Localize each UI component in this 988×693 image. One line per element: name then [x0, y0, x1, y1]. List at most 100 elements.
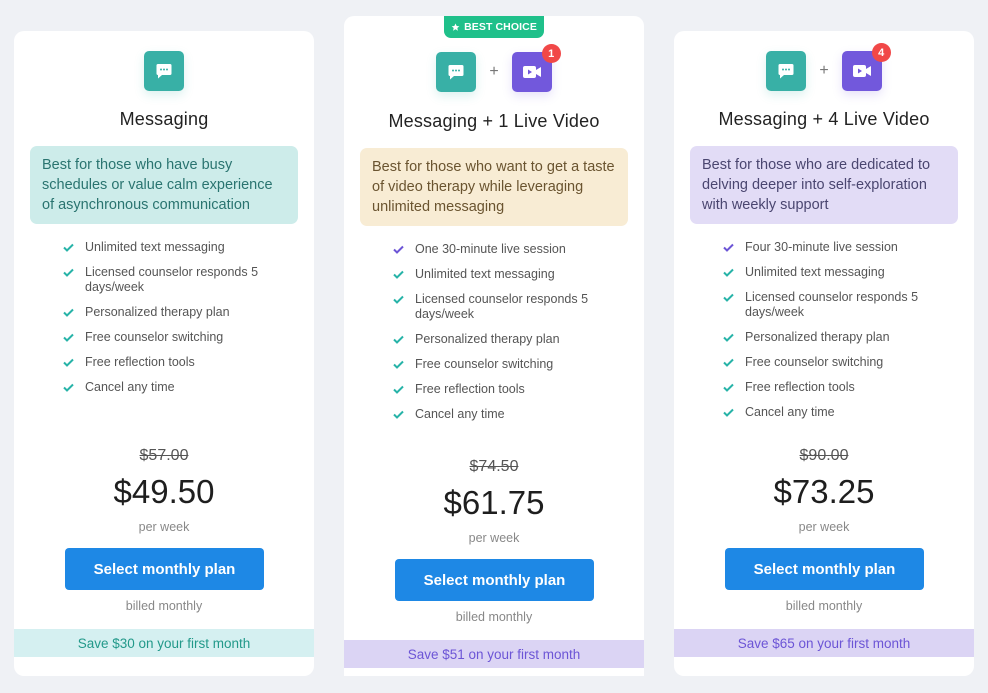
feature-list: Unlimited text messaging Licensed counse…: [62, 240, 292, 405]
price-period: per week: [138, 520, 190, 534]
plan-icons: [14, 51, 314, 91]
video-icon: 1: [511, 44, 561, 92]
feature-item: Four 30-minute live session: [722, 240, 952, 255]
feature-list: Four 30-minute live session Unlimited te…: [722, 240, 952, 430]
feature-text: Free reflection tools: [415, 382, 525, 396]
message-icon: [436, 52, 477, 92]
check-icon: [63, 243, 74, 252]
feature-text: Licensed counselor responds 5 days/week: [415, 292, 589, 321]
feature-item: Free counselor switching: [392, 357, 622, 372]
plan-card-messaging-1-video: BEST CHOICE + 1 Messaging + 1 Live Video…: [344, 16, 644, 676]
check-icon: [63, 308, 74, 317]
feature-item: Licensed counselor responds 5 days/week: [392, 292, 622, 322]
feature-text: Unlimited text messaging: [415, 267, 555, 281]
current-price: $61.75: [443, 484, 545, 521]
feature-text: One 30-minute live session: [415, 242, 566, 256]
billing-note: billed monthly: [785, 599, 863, 613]
plan-description: Best for those who are dedicated to delv…: [690, 146, 958, 224]
current-price: $73.25: [773, 473, 875, 510]
check-icon: [723, 383, 734, 392]
check-icon: [723, 408, 734, 417]
check-icon: [723, 293, 734, 302]
pricing: $90.00 $73.25 per week: [674, 446, 974, 534]
original-price: $74.50: [469, 458, 519, 475]
feature-list: One 30-minute live session Unlimited tex…: [392, 242, 622, 432]
feature-text: Licensed counselor responds 5 days/week: [85, 265, 259, 294]
plan-description: Best for those who want to get a taste o…: [360, 148, 628, 226]
plus-sign: +: [489, 63, 499, 80]
feature-item: Personalized therapy plan: [722, 330, 952, 345]
check-icon: [393, 245, 404, 254]
check-icon: [723, 243, 734, 252]
feature-text: Licensed counselor responds 5 days/week: [745, 290, 919, 319]
select-monthly-plan-button[interactable]: Select monthly plan: [395, 559, 594, 601]
plan-card-messaging: Messaging Best for those who have busy s…: [14, 31, 314, 676]
feature-item: Cancel any time: [722, 405, 952, 420]
pricing: $74.50 $61.75 per week: [344, 457, 644, 545]
feature-text: Free reflection tools: [745, 380, 855, 394]
feature-item: Free reflection tools: [62, 355, 292, 370]
savings-banner: Save $51 on your first month: [344, 640, 644, 668]
feature-text: Free reflection tools: [85, 355, 195, 369]
check-icon: [393, 270, 404, 279]
plan-card-messaging-4-video: + 4 Messaging + 4 Live Video Best for th…: [674, 31, 974, 676]
billing-note: billed monthly: [455, 610, 533, 624]
plan-title: Messaging + 4 Live Video: [718, 109, 930, 129]
video-count-badge: 4: [871, 43, 891, 62]
original-price: $57.00: [139, 447, 189, 464]
feature-text: Free counselor switching: [415, 357, 554, 371]
video-icon: 4: [841, 43, 891, 91]
feature-item: Unlimited text messaging: [392, 267, 622, 282]
check-icon: [63, 333, 74, 342]
check-icon: [393, 360, 404, 369]
feature-text: Free counselor switching: [85, 330, 224, 344]
check-icon: [723, 358, 734, 367]
savings-banner: Save $30 on your first month: [14, 629, 314, 657]
feature-text: Cancel any time: [745, 405, 835, 419]
check-icon: [723, 268, 734, 277]
plan-icons: + 4: [674, 43, 974, 91]
feature-item: Free counselor switching: [722, 355, 952, 370]
plan-description: Best for those who have busy schedules o…: [30, 146, 298, 224]
plan-title: Messaging + 1 Live Video: [388, 111, 600, 131]
original-price: $90.00: [799, 447, 849, 464]
feature-item: Free reflection tools: [392, 382, 622, 397]
feature-item: Personalized therapy plan: [62, 305, 292, 320]
price-period: per week: [798, 520, 850, 534]
check-icon: [63, 358, 74, 367]
best-choice-badge: BEST CHOICE: [444, 16, 544, 38]
feature-text: Personalized therapy plan: [745, 330, 890, 344]
select-monthly-plan-button[interactable]: Select monthly plan: [725, 548, 924, 590]
feature-text: Personalized therapy plan: [415, 332, 560, 346]
message-icon: [766, 51, 807, 91]
feature-text: Personalized therapy plan: [85, 305, 230, 319]
feature-item: Cancel any time: [392, 407, 622, 422]
feature-item: Unlimited text messaging: [722, 265, 952, 280]
feature-item: Licensed counselor responds 5 days/week: [722, 290, 952, 320]
plan-title: Messaging: [119, 109, 209, 129]
check-icon: [393, 410, 404, 419]
feature-item: Free counselor switching: [62, 330, 292, 345]
select-monthly-plan-button[interactable]: Select monthly plan: [65, 548, 264, 590]
feature-item: Cancel any time: [62, 380, 292, 395]
star-icon: [451, 22, 460, 31]
feature-item: Unlimited text messaging: [62, 240, 292, 255]
message-icon: [144, 51, 184, 91]
plus-sign: +: [819, 62, 829, 79]
check-icon: [393, 335, 404, 344]
feature-text: Cancel any time: [85, 380, 175, 394]
plan-icons: + 1: [344, 44, 644, 92]
video-count-badge: 1: [541, 44, 561, 63]
feature-text: Four 30-minute live session: [745, 240, 898, 254]
check-icon: [63, 383, 74, 392]
feature-text: Unlimited text messaging: [85, 240, 225, 254]
check-icon: [393, 385, 404, 394]
feature-item: Free reflection tools: [722, 380, 952, 395]
pricing: $57.00 $49.50 per week: [14, 446, 314, 534]
billing-note: billed monthly: [125, 599, 203, 613]
badge-label: BEST CHOICE: [464, 21, 537, 33]
price-period: per week: [468, 531, 520, 545]
current-price: $49.50: [113, 473, 215, 510]
feature-text: Cancel any time: [415, 407, 505, 421]
check-icon: [393, 295, 404, 304]
